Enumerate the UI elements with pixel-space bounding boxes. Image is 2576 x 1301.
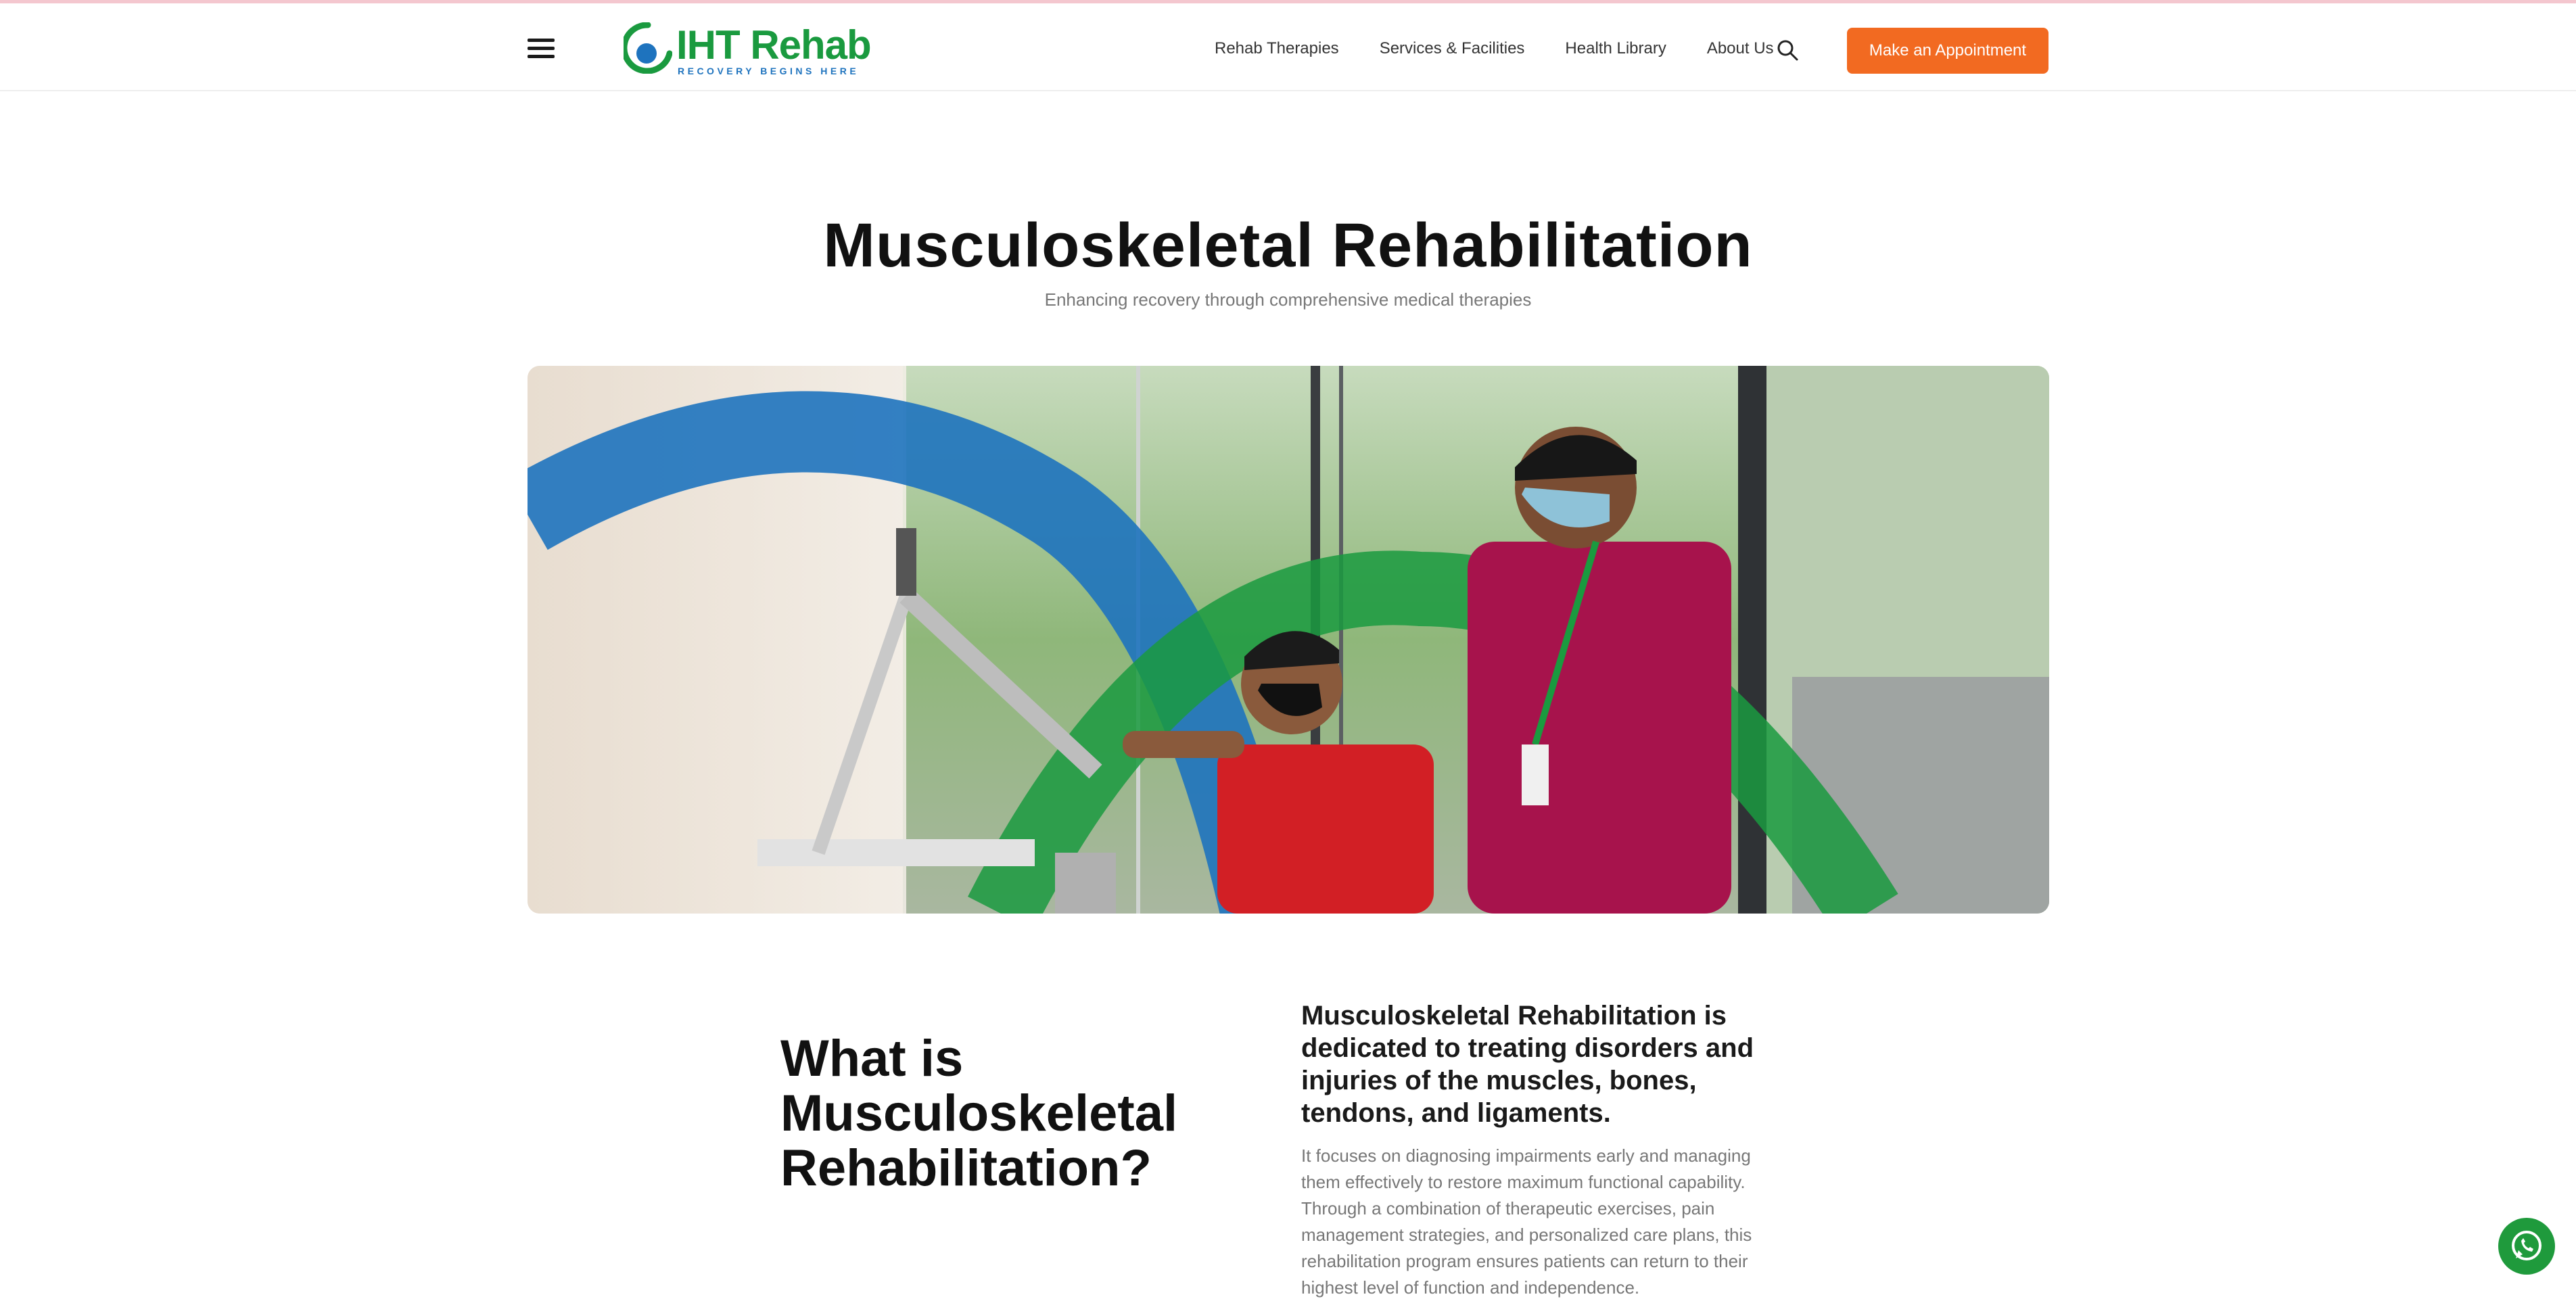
page-title: Musculoskeletal Rehabilitation <box>823 211 1753 280</box>
logo-wordmark: IHT Rehab <box>676 22 872 68</box>
nav-health-library[interactable]: Health Library <box>1565 39 1666 59</box>
therapy-session-photo <box>528 366 2049 914</box>
section-body: It focuses on diagnosing impairments ear… <box>1301 1145 1752 1298</box>
nav-services-facilities[interactable]: Services & Facilities <box>1380 39 1525 59</box>
whatsapp-icon <box>2512 1231 2542 1260</box>
hamburger-menu-icon[interactable] <box>528 39 555 59</box>
logo-tagline: RECOVERY BEGINS HERE <box>678 66 860 76</box>
logo-mark-icon <box>624 22 672 74</box>
section-heading: What is Musculoskeletal Rehabilitation? <box>780 1030 1178 1197</box>
hero-image <box>528 366 2049 914</box>
search-icon[interactable] <box>1776 39 1799 62</box>
main-nav: Rehab Therapies Services & Facilities He… <box>1215 39 1814 59</box>
nav-rehab-therapies[interactable]: Rehab Therapies <box>1215 39 1339 59</box>
site-header: IHT Rehab RECOVERY BEGINS HERE Rehab The… <box>0 3 2576 91</box>
section-intro: Musculoskeletal Rehabilitation is dedica… <box>1301 1001 1754 1128</box>
nav-about-us[interactable]: About Us <box>1707 39 1774 59</box>
make-appointment-button[interactable]: Make an Appointment <box>1847 28 2048 74</box>
whatsapp-chat-button[interactable] <box>2498 1218 2555 1275</box>
page-subtitle: Enhancing recovery through comprehensive… <box>1044 289 1532 310</box>
site-logo[interactable]: IHT Rehab RECOVERY BEGINS HERE <box>624 20 872 76</box>
